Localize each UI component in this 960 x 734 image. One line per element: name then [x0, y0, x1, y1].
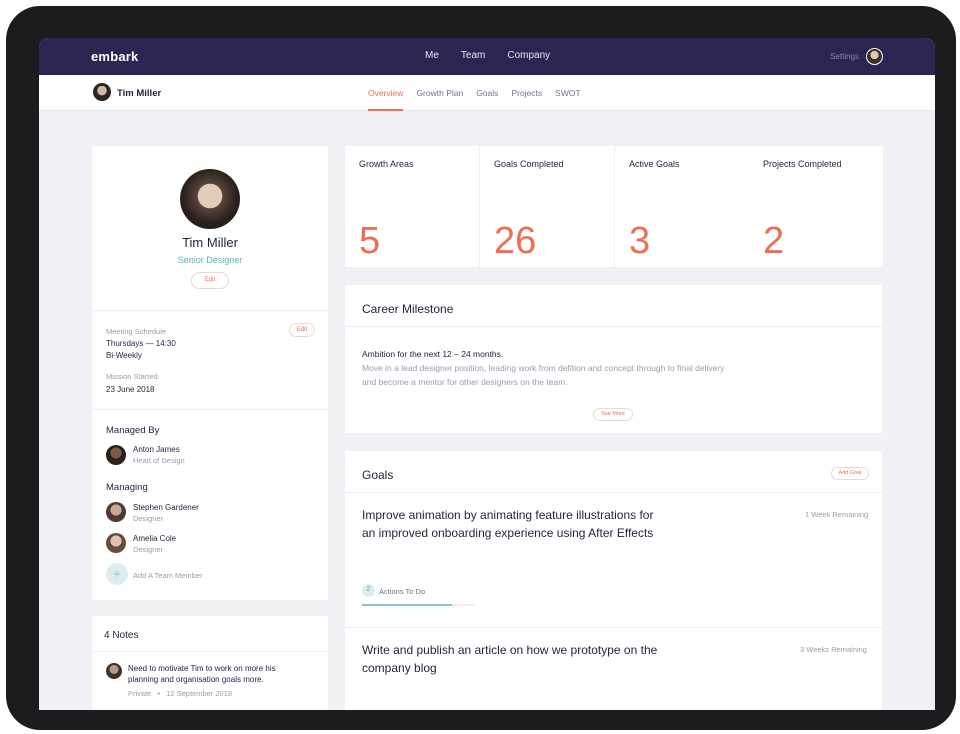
managing-title: Managing	[106, 482, 148, 493]
note-date: 12 September 2018	[166, 689, 233, 698]
profile-card: Tim Miller Senior Designer Edit Meeting …	[92, 146, 328, 600]
profile-subnav: Tim Miller Overview Growth Plan Goals Pr…	[39, 75, 935, 111]
note-visibility: Private	[128, 689, 152, 698]
stat-value: 3	[629, 220, 651, 262]
stat-card[interactable]: Active Goals 3	[615, 146, 749, 267]
stat-label: Goals Completed	[494, 159, 564, 169]
nav-item-team[interactable]: Team	[461, 50, 485, 61]
stat-value: 5	[359, 220, 381, 262]
add-member-icon[interactable]: +	[106, 563, 128, 585]
settings-link[interactable]: Settings	[830, 52, 859, 61]
report-name[interactable]: Amelia Cole	[133, 534, 176, 543]
goals-card: Goals Add Goal Improve animation by anim…	[345, 451, 882, 710]
notes-title: 4 Notes	[104, 630, 139, 641]
meeting-day: Thursdays — 14:30	[106, 339, 176, 348]
note-author-avatar	[106, 663, 122, 679]
mission-started-label: Mission Started	[106, 372, 158, 381]
main-nav: Me Team Company	[425, 50, 572, 61]
divider	[92, 651, 328, 652]
nav-item-me[interactable]: Me	[425, 50, 439, 61]
actions-to-do-label[interactable]: Actions To Do	[379, 587, 425, 596]
goals-title: Goals	[362, 468, 394, 482]
add-goal-button[interactable]: Add Goal	[831, 467, 869, 480]
edit-profile-button[interactable]: Edit	[191, 272, 229, 289]
stat-card[interactable]: Goals Completed 26	[480, 146, 614, 267]
profile-tabs: Overview Growth Plan Goals Projects SWOT	[368, 88, 594, 111]
edit-meeting-button[interactable]: Edit	[289, 323, 315, 337]
managed-by-title: Managed By	[106, 425, 160, 436]
note-meta: Private • 12 September 2018	[128, 689, 232, 698]
manager-avatar	[106, 445, 126, 465]
divider	[92, 409, 328, 410]
mission-started-date: 23 June 2018	[106, 385, 155, 394]
brand-logo[interactable]: embark	[91, 49, 138, 64]
actions-count-badge: 2	[362, 584, 375, 597]
profile-avatar	[180, 169, 240, 229]
report-name[interactable]: Stephen Gardener	[133, 503, 199, 512]
report-avatar	[106, 502, 126, 522]
goal-progress-fill	[362, 604, 452, 606]
milestone-description-line: and become a mentor for other designers …	[362, 377, 568, 387]
account-avatar[interactable]	[866, 48, 883, 65]
goal-title-line[interactable]: company blog	[362, 661, 437, 675]
profile-role: Senior Designer	[177, 255, 243, 265]
tab-overview[interactable]: Overview	[368, 88, 404, 111]
stat-value: 26	[494, 220, 537, 262]
nav-item-company[interactable]: Company	[507, 50, 550, 61]
top-navigation-bar: embark Me Team Company Settings	[39, 38, 935, 75]
manager-name[interactable]: Anton James	[133, 445, 180, 454]
milestone-title: Career Milestone	[362, 302, 454, 316]
note-text: Need to motivate Tim to work on more his…	[128, 664, 276, 684]
goal-title-line[interactable]: an improved onboarding experience using …	[362, 526, 653, 540]
profile-name: Tim Miller	[182, 235, 238, 250]
report-role: Designer	[133, 514, 164, 523]
goal-title-line[interactable]: Improve animation by animating feature i…	[362, 508, 653, 522]
meeting-schedule-label: Meeting Schedule	[106, 327, 167, 336]
goal-progress-bar	[362, 604, 474, 606]
add-member-label[interactable]: Add A Team Member	[133, 571, 202, 580]
tab-projects[interactable]: Projects	[511, 88, 542, 98]
goal-remaining: 3 Weeks Remaining	[800, 645, 867, 654]
divider	[345, 492, 882, 493]
tab-swot[interactable]: SWOT	[555, 88, 581, 98]
stat-value: 2	[763, 220, 785, 262]
stat-card[interactable]: Projects Completed 2	[749, 146, 883, 267]
app-screen: embark Me Team Company Settings Tim Mill…	[39, 38, 935, 710]
manager-role: Head of Design	[133, 456, 185, 465]
career-milestone-card: Career Milestone Ambition for the next 1…	[345, 285, 882, 433]
divider	[345, 326, 882, 327]
stat-label: Growth Areas	[359, 159, 414, 169]
goal-title-line[interactable]: Write and publish an article on how we p…	[362, 643, 657, 657]
stat-card[interactable]: Growth Areas 5	[345, 146, 479, 267]
goal-remaining: 1 Week Remaining	[805, 510, 869, 519]
user-avatar	[93, 83, 111, 101]
meeting-frequency: Bi-Weekly	[106, 351, 142, 360]
milestone-description-line: Move in a lead designer position, leadin…	[362, 363, 725, 373]
notes-card: 4 Notes Need to motivate Tim to work on …	[92, 616, 328, 710]
report-role: Designer	[133, 545, 164, 554]
tab-growth-plan[interactable]: Growth Plan	[416, 88, 463, 98]
divider	[345, 627, 882, 628]
tablet-frame: embark Me Team Company Settings Tim Mill…	[6, 6, 956, 730]
stat-label: Active Goals	[629, 159, 680, 169]
user-name: Tim Miller	[117, 88, 162, 99]
milestone-ambition: Ambition for the next 12 – 24 months.	[362, 349, 504, 359]
see-more-button[interactable]: See More	[593, 408, 633, 421]
stat-label: Projects Completed	[763, 159, 842, 169]
report-avatar	[106, 533, 126, 553]
tab-goals[interactable]: Goals	[476, 88, 498, 98]
divider	[92, 310, 328, 311]
note-separator: •	[157, 689, 161, 698]
